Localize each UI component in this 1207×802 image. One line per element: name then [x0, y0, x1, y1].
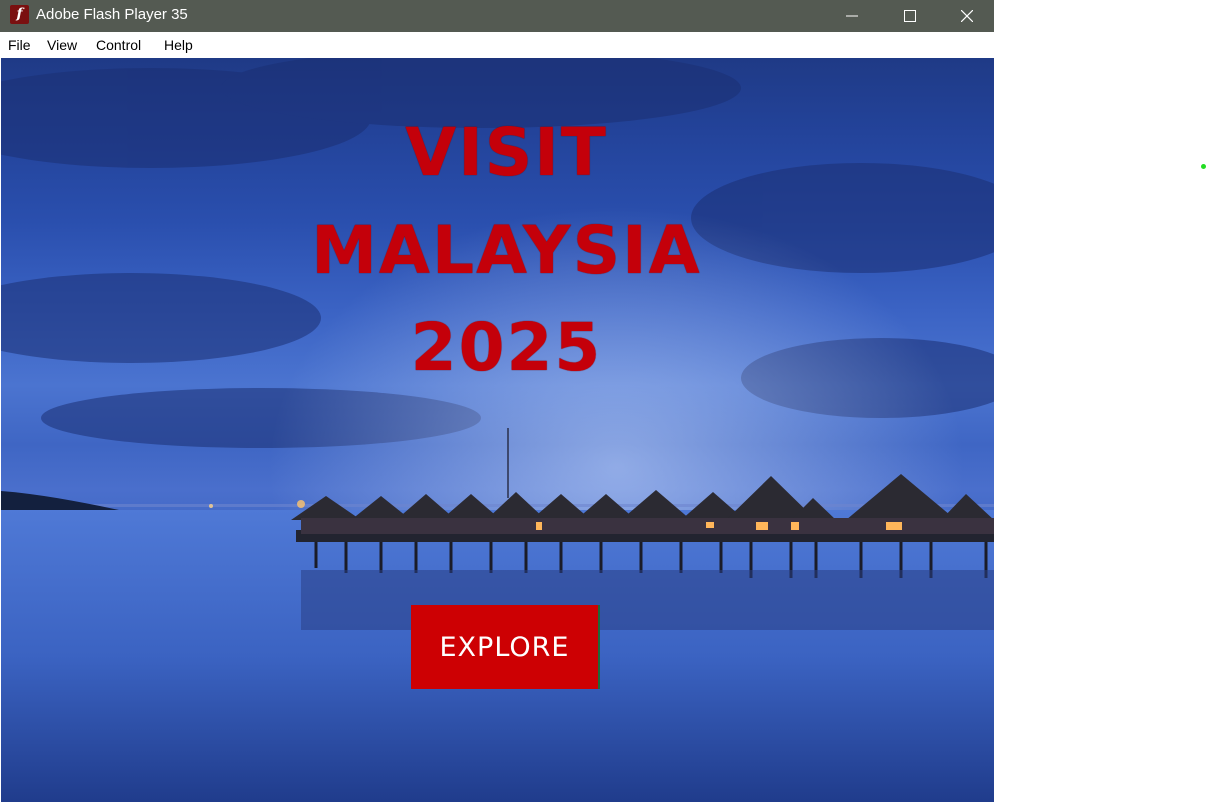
menu-file[interactable]: File [8, 37, 31, 53]
minimize-icon [846, 15, 858, 17]
cursor-indicator-dot [1201, 164, 1206, 169]
flash-stage: VISIT MALAYSIA 2025 EXPLORE [1, 58, 994, 802]
menu-control[interactable]: Control [96, 37, 141, 53]
close-icon [960, 10, 973, 22]
headline-visit: VISIT [405, 114, 608, 191]
maximize-icon [904, 10, 916, 22]
menu-help[interactable]: Help [164, 37, 193, 53]
title-bar[interactable]: f Adobe Flash Player 35 [0, 0, 994, 32]
window-title: Adobe Flash Player 35 [36, 6, 188, 23]
maximize-button[interactable] [881, 0, 939, 32]
minimize-button[interactable] [823, 0, 881, 32]
headline-year: 2025 [410, 309, 603, 386]
reflections [301, 570, 994, 630]
headline-malaysia: MALAYSIA [311, 212, 702, 289]
menu-bar: File View Control Help [0, 32, 994, 58]
menu-view[interactable]: View [47, 37, 77, 53]
flash-app-icon: f [10, 5, 29, 24]
close-button[interactable] [939, 0, 994, 32]
explore-button[interactable]: EXPLORE [411, 605, 600, 689]
flash-player-window: f Adobe Flash Player 35 File View Contro… [0, 0, 994, 802]
